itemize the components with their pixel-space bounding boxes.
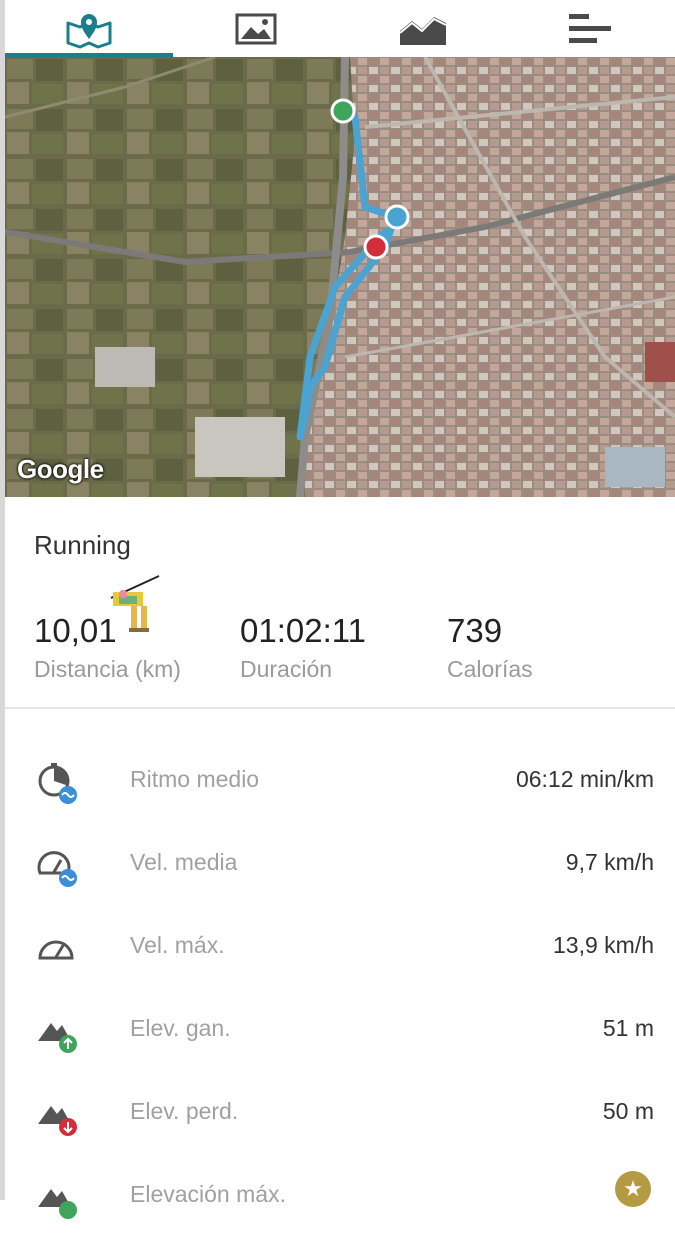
avg-pace-icon bbox=[38, 763, 77, 804]
elevation-gain-icon bbox=[38, 1023, 77, 1053]
stat-label: Vel. máx. bbox=[130, 932, 225, 958]
stat-value: 13,9 km/h bbox=[553, 932, 654, 958]
stat-row-avg-pace: Ritmo medio 06:12 min/km bbox=[5, 762, 675, 845]
duration-value: 01:02:11 bbox=[240, 612, 367, 649]
bars-list-icon bbox=[568, 13, 611, 43]
tab-bar bbox=[5, 0, 675, 57]
summary-distance: 10,01 Distancia (km) bbox=[34, 612, 181, 683]
stat-value: 06:12 min/km bbox=[515, 766, 654, 792]
elevation-loss-icon bbox=[38, 1106, 77, 1136]
start-marker[interactable] bbox=[330, 98, 356, 124]
summary-calories: 739 Calorías bbox=[447, 612, 533, 683]
calories-value: 739 bbox=[447, 612, 503, 649]
stat-value: 50 m bbox=[602, 1098, 654, 1124]
stat-value: 51 m bbox=[602, 1015, 654, 1041]
google-attribution: Google bbox=[17, 454, 104, 484]
tab-laps[interactable] bbox=[506, 0, 673, 57]
tab-photos[interactable] bbox=[172, 0, 339, 57]
satellite-map-image bbox=[5, 57, 675, 497]
max-elevation-icon bbox=[38, 1189, 77, 1219]
image-icon bbox=[235, 13, 276, 44]
calories-label: Calorías bbox=[447, 656, 533, 682]
stat-label: Vel. media bbox=[130, 849, 238, 875]
stat-label: Elevación máx. bbox=[130, 1181, 286, 1207]
stat-row-max-speed: Vel. máx. 13,9 km/h bbox=[5, 928, 675, 1011]
route-map[interactable]: Google bbox=[5, 57, 675, 497]
tab-map[interactable] bbox=[5, 0, 173, 57]
trend-chart-icon bbox=[398, 16, 446, 45]
stat-row-elev-gain: Elev. gan. 51 m bbox=[5, 1011, 675, 1094]
stat-row-elev-loss: Elev. perd. 50 m bbox=[5, 1094, 675, 1177]
distance-value: 10,01 bbox=[34, 612, 117, 649]
star-badge-icon: ★ bbox=[615, 1171, 651, 1207]
finish-marker[interactable] bbox=[363, 234, 389, 260]
stat-label: Elev. perd. bbox=[130, 1098, 239, 1124]
map-pin-icon bbox=[66, 13, 111, 48]
avg-speed-icon bbox=[37, 851, 77, 887]
waypoint-marker[interactable] bbox=[384, 204, 410, 230]
section-divider bbox=[5, 707, 675, 709]
stat-label: Ritmo medio bbox=[130, 766, 260, 792]
summary-duration: 01:02:11 Duración bbox=[240, 612, 366, 683]
distance-label: Distancia (km) bbox=[34, 656, 181, 682]
activity-type-title: Running bbox=[34, 530, 131, 560]
stat-value: 9,7 km/h bbox=[565, 849, 654, 875]
tab-chart[interactable] bbox=[339, 0, 506, 57]
stat-row-max-elevation: Elevación máx. ★ bbox=[5, 1171, 675, 1260]
stat-row-avg-speed: Vel. media 9,7 km/h bbox=[5, 845, 675, 928]
duration-label: Duración bbox=[240, 656, 333, 682]
max-speed-icon bbox=[38, 940, 74, 960]
stat-label: Elev. gan. bbox=[130, 1015, 231, 1041]
